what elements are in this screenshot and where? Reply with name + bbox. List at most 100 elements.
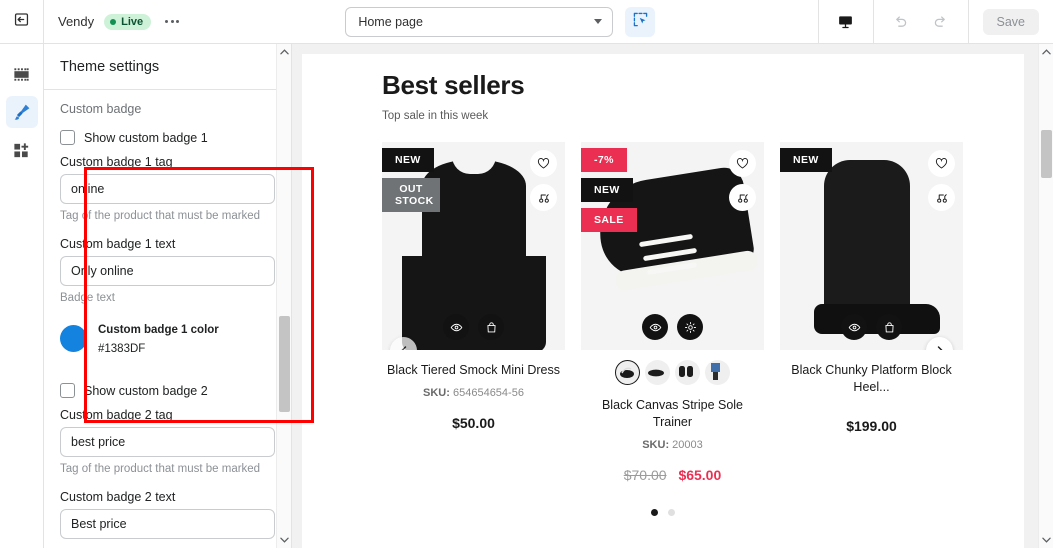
product-image[interactable]: -7% NEW SALE (581, 142, 764, 350)
scroll-up-icon[interactable] (1039, 44, 1053, 60)
wishlist-icon[interactable] (729, 150, 756, 177)
product-actions (780, 314, 963, 340)
variant-swatch[interactable] (615, 360, 640, 385)
product-image[interactable]: NEW OUT STOCK (382, 142, 565, 350)
preview-canvas: Best sellers Top sale in this week NEW O… (292, 44, 1053, 548)
custom-badge-2-tag-input[interactable] (60, 427, 275, 458)
app-blocks-icon[interactable] (6, 134, 38, 166)
custom-badge-2-tag-label: Custom badge 2 tag (60, 408, 173, 423)
live-label: Live (121, 15, 144, 28)
settings-group-label: Custom badge (60, 102, 142, 116)
custom-badge-1-tag-input[interactable] (60, 174, 275, 204)
wishlist-icon[interactable] (928, 150, 955, 177)
custom-badge-1-tag-help: Tag of the product that must be marked (60, 210, 261, 222)
product-card[interactable]: NEW OUT STOCK Black Tiered Smock Mini Dr… (382, 142, 565, 483)
gear-icon[interactable] (677, 314, 703, 340)
exit-editor-button[interactable] (0, 0, 44, 43)
custom-badge-1-text-help: Badge text (60, 291, 115, 304)
sections-icon[interactable] (6, 58, 38, 90)
custom-badge-2-tag-field: Custom badge 2 tag Tag of the product th… (44, 408, 291, 478)
product-badges: NEW OUT STOCK (382, 148, 440, 213)
compare-icon[interactable] (530, 184, 557, 211)
custom-badge-1-color-swatch[interactable] (60, 325, 87, 353)
compare-icon[interactable] (928, 184, 955, 211)
page-selector-value: Home page (358, 14, 423, 29)
preview-scrollbar-thumb[interactable] (1041, 130, 1052, 178)
pagination-dot[interactable] (668, 508, 675, 516)
bag-icon[interactable] (478, 314, 504, 340)
scroll-up-icon[interactable] (277, 44, 291, 60)
chevron-down-icon (594, 19, 603, 24)
shop-info: Vendy Live (44, 13, 183, 30)
page-title: Theme settings (44, 44, 291, 90)
device-section (817, 0, 873, 43)
show-custom-badge-2-row[interactable]: Show custom badge 2 (44, 377, 291, 408)
desktop-icon[interactable] (833, 9, 859, 35)
paint-brush-icon[interactable] (5, 96, 38, 128)
settings-sidebar: Theme settings Custom badge Show custom … (44, 44, 314, 548)
custom-badge-1-text-field: Custom badge 1 text Badge text (44, 237, 291, 307)
variant-swatch[interactable] (645, 360, 670, 385)
bag-icon[interactable] (876, 314, 902, 340)
product-card[interactable]: -7% NEW SALE Black Canvas Stripe Sole Tr… (581, 142, 764, 483)
exit-icon (13, 11, 30, 33)
product-price: $50.00 (452, 414, 495, 431)
product-actions (581, 314, 764, 340)
sidebar-scrollbar[interactable] (276, 44, 291, 548)
product-sku: SKU: 654654654-56 (382, 379, 565, 399)
eye-icon[interactable] (841, 314, 867, 340)
product-image[interactable]: NEW (780, 142, 963, 350)
eye-icon[interactable] (443, 314, 469, 340)
product-badges: -7% NEW SALE (581, 148, 637, 232)
more-horizontal-icon[interactable] (161, 14, 183, 29)
sidebar-scrollbar-thumb[interactable] (279, 316, 290, 412)
custom-badge-1-color-label: Custom badge 1 color (98, 324, 219, 337)
scroll-down-icon[interactable] (277, 532, 291, 548)
product-name[interactable]: Black Tiered Smock Mini Dress (382, 350, 565, 379)
section-title: Best sellers (382, 70, 525, 100)
save-button[interactable]: Save (982, 8, 1039, 35)
product-name[interactable]: Black Chunky Platform Block Heel... (780, 350, 963, 396)
compare-icon[interactable] (729, 184, 756, 211)
eye-icon[interactable] (642, 314, 668, 340)
top-bar-right: Save (817, 0, 1053, 43)
section-subtitle: Top sale in this week (382, 110, 489, 122)
settings-scroll-area: Custom badge Show custom badge 1 Custom … (44, 90, 291, 548)
product-name[interactable]: Black Canvas Stripe Sole Trainer (581, 385, 764, 431)
select-tool-button[interactable] (625, 6, 656, 37)
variant-swatch[interactable] (705, 360, 730, 385)
redo-icon[interactable] (928, 9, 954, 35)
product-price: $199.00 (846, 417, 897, 434)
custom-badge-1-color-row[interactable]: Custom badge 1 color #1383DF (44, 306, 291, 365)
badge-discount: -7% (581, 148, 627, 172)
scroll-down-icon[interactable] (1039, 532, 1053, 548)
custom-badge-1-text-label: Custom badge 1 text (60, 236, 176, 251)
save-section: Save (967, 0, 1053, 43)
product-price: $70.00 $65.00 (581, 451, 764, 483)
preview-scrollbar[interactable] (1038, 44, 1053, 548)
sku-label: SKU: (642, 438, 670, 451)
price-original: $70.00 (623, 466, 667, 483)
undo-icon[interactable] (888, 9, 914, 35)
custom-badge-2-text-input[interactable] (60, 508, 275, 539)
variant-swatch[interactable] (675, 360, 700, 385)
custom-badge-2-text-field: Custom badge 2 text (44, 490, 291, 539)
show-custom-badge-2-checkbox[interactable] (60, 383, 75, 399)
custom-badge-1-text-input[interactable] (60, 255, 275, 286)
live-dot-icon (110, 18, 117, 25)
sku-label: SKU: (423, 386, 450, 399)
badge-new: NEW (780, 148, 832, 172)
shop-name: Vendy (58, 14, 95, 29)
show-custom-badge-1-row[interactable]: Show custom badge 1 (44, 124, 291, 155)
storefront-preview: Best sellers Top sale in this week NEW O… (302, 54, 1024, 548)
sku-value: 20003 (672, 438, 703, 451)
page-selector[interactable]: Home page (345, 6, 614, 37)
product-card[interactable]: NEW Black Chunky Platform Block Heel... … (780, 142, 963, 483)
product-badges: NEW (780, 148, 832, 172)
pagination-dot[interactable] (651, 508, 658, 516)
status-badge: Live (104, 13, 152, 30)
show-custom-badge-1-checkbox[interactable] (60, 130, 75, 145)
editor-body: Theme settings Custom badge Show custom … (0, 44, 1053, 548)
icon-rail (0, 44, 44, 548)
wishlist-icon[interactable] (530, 150, 557, 177)
